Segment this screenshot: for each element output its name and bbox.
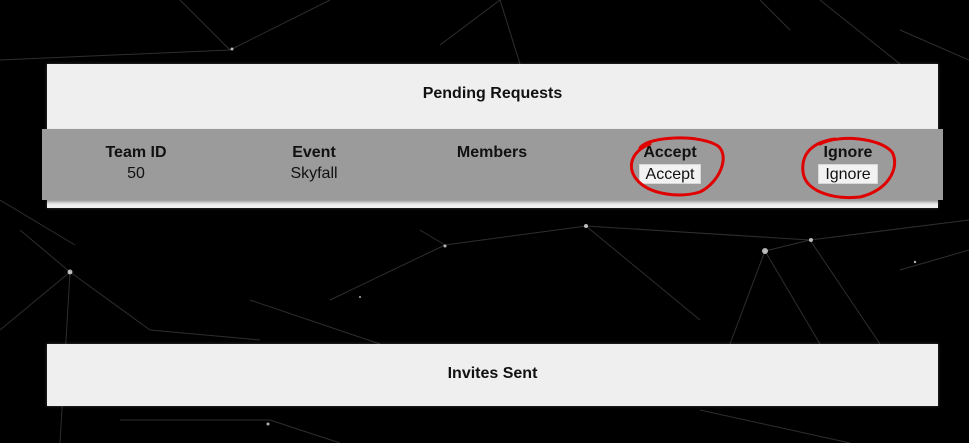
header-ignore: Ignore xyxy=(823,144,873,161)
header-event: Event xyxy=(292,144,336,161)
column-accept: Accept Accept xyxy=(581,143,759,185)
column-ignore: Ignore Ignore xyxy=(759,143,937,185)
header-team-id: Team ID xyxy=(105,144,167,161)
cell-team-id: 50 xyxy=(127,165,145,182)
pending-requests-title: Pending Requests xyxy=(422,85,563,102)
column-members: Members xyxy=(403,143,581,185)
column-team-id: Team ID 50 xyxy=(47,143,225,185)
column-event: Event Skyfall xyxy=(225,143,403,185)
accept-button[interactable]: Accept xyxy=(638,164,702,184)
invites-sent-title: Invites Sent xyxy=(447,365,538,382)
header-members: Members xyxy=(456,144,528,161)
ignore-button[interactable]: Ignore xyxy=(818,164,878,184)
cell-members xyxy=(403,163,581,185)
pending-requests-table: Team ID 50 Event Skyfall Members Accept … xyxy=(42,129,943,200)
invites-sent-panel: Invites Sent xyxy=(47,344,938,406)
header-accept: Accept xyxy=(643,144,697,161)
cell-event: Skyfall xyxy=(290,165,338,182)
